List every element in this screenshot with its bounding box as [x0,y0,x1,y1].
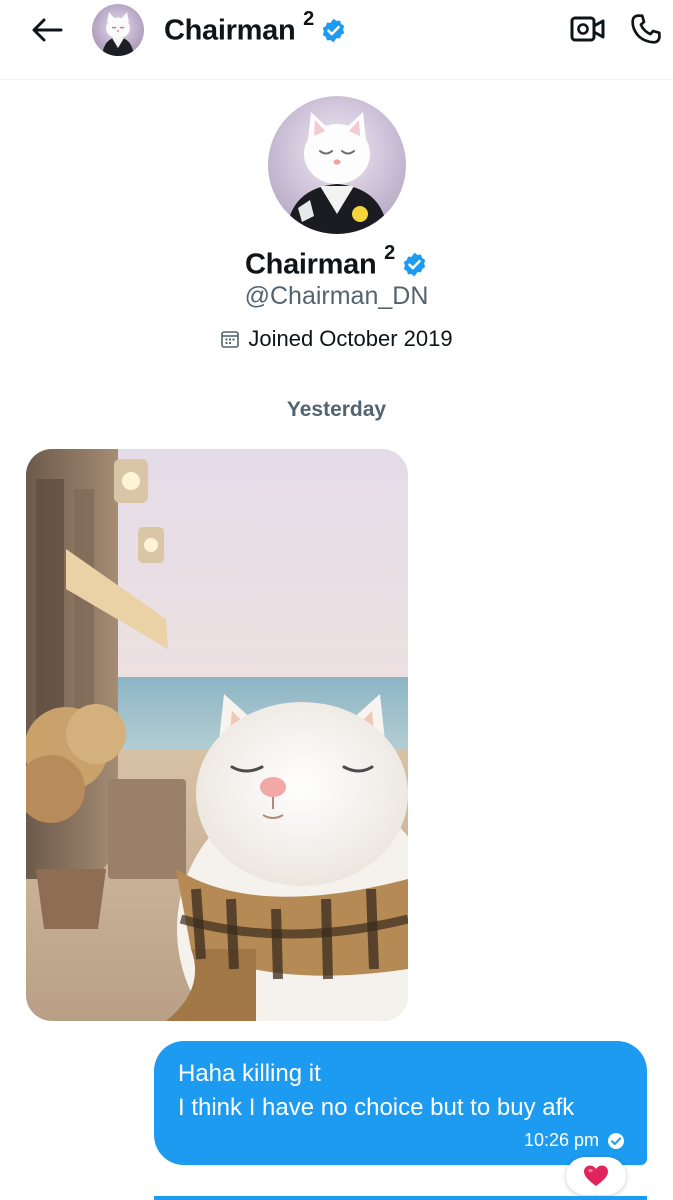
verified-badge-icon [322,18,345,42]
profile-name-text: Chairman [245,248,377,281]
message-meta: 10:26 pm [524,1130,625,1151]
heart-icon [584,1165,608,1186]
photo-cat-with-scarf [26,449,408,1021]
image-message[interactable] [26,449,408,1021]
profile-name-superscript: 2 [384,242,395,265]
profile-avatar-image [268,96,406,234]
arrow-left-icon [32,18,63,42]
read-check-icon [608,1132,624,1149]
back-button[interactable] [26,10,68,50]
profile-name: Chairman 2 [0,242,673,284]
header-avatar[interactable] [92,4,144,56]
day-separator: Yesterday [286,398,387,421]
phone-icon [631,14,661,44]
video-camera-icon [570,16,605,42]
composer-divider [154,1196,647,1200]
calendar-icon [221,331,240,348]
message-time: 10:26 pm [523,1130,599,1150]
heart-reaction[interactable] [566,1157,626,1195]
phone-call-button[interactable] [624,8,668,50]
header-title[interactable]: Chairman 2 [164,8,347,50]
contact-name: Chairman 2 [164,8,314,47]
verified-badge-icon [403,252,426,276]
profile-avatar[interactable] [268,96,406,234]
sent-message-bubble[interactable]: Haha killing it I think I have no choice… [154,1041,647,1165]
avatar-image [92,4,144,56]
name-superscript: 2 [303,8,314,31]
profile-handle: @Chairman_DN [244,282,429,310]
video-call-button[interactable] [566,8,610,50]
joined-text: Joined October 2019 [248,326,453,351]
joined-date: Joined October 2019 [0,324,673,354]
message-line: Haha killing it [178,1060,321,1087]
message-line: I think I have no choice but to buy afk [178,1094,575,1121]
conversation-header: Chairman 2 [0,0,673,80]
